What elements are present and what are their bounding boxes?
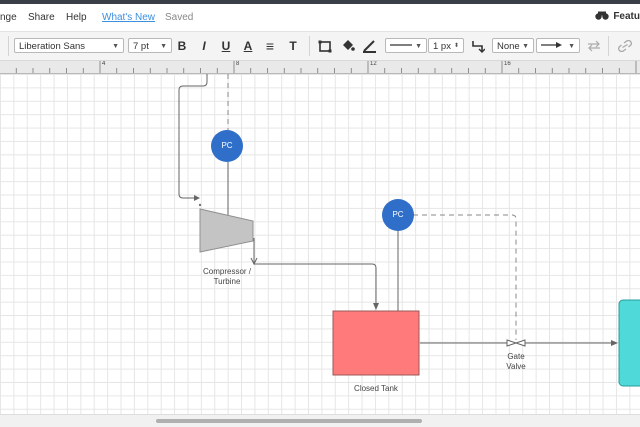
arrow-start-select[interactable]: None ▼ bbox=[492, 38, 534, 53]
ruler-label: 8 bbox=[236, 61, 240, 67]
ruler-ticks bbox=[15, 61, 637, 73]
horizontal-scrollbar[interactable] bbox=[0, 414, 640, 427]
chevron-down-icon: ▼ bbox=[160, 43, 167, 50]
diagram-connectors bbox=[178, 74, 640, 387]
feature-find-button[interactable]: Featu bbox=[595, 11, 640, 22]
dashed-signal-line bbox=[413, 214, 517, 340]
arrow-end-icon bbox=[541, 42, 562, 48]
arrow-end-select[interactable]: ▼ bbox=[536, 38, 580, 53]
connector-type-icon[interactable] bbox=[471, 40, 485, 53]
text-options-button[interactable]: T bbox=[286, 38, 300, 54]
valve-label-line2[interactable]: Valve bbox=[496, 362, 536, 371]
horizontal-ruler: 4 8 12 16 bbox=[0, 61, 640, 74]
pc1-label[interactable]: PC bbox=[211, 141, 243, 150]
selection-handle bbox=[198, 203, 202, 207]
chevron-down-icon: ▼ bbox=[568, 43, 575, 50]
shape-border-icon[interactable] bbox=[318, 40, 332, 53]
valve-label-line1[interactable]: Gate bbox=[496, 352, 536, 361]
pc2-label[interactable]: PC bbox=[382, 210, 414, 219]
connector-line bbox=[253, 238, 377, 304]
tank-label[interactable]: Closed Tank bbox=[336, 384, 416, 393]
font-family-value: Liberation Sans bbox=[19, 41, 86, 52]
toolbar-divider bbox=[8, 36, 9, 56]
arrow-head bbox=[611, 340, 618, 346]
text-color-button[interactable]: A bbox=[241, 38, 255, 54]
chevron-down-icon: ▼ bbox=[522, 43, 529, 50]
italic-button[interactable]: I bbox=[198, 38, 210, 54]
fill-color-icon[interactable] bbox=[340, 39, 355, 53]
toolbar-divider bbox=[608, 36, 609, 56]
font-size-value: 7 pt bbox=[133, 41, 149, 52]
toolbar-divider bbox=[309, 36, 310, 56]
connector-line bbox=[178, 74, 208, 199]
underline-button[interactable]: U bbox=[220, 38, 232, 54]
arrow-start-value: None bbox=[497, 41, 520, 52]
font-size-select[interactable]: 7 pt ▼ bbox=[128, 38, 172, 53]
line-style-select[interactable]: ▼ bbox=[385, 38, 427, 53]
link-icon[interactable] bbox=[618, 40, 632, 52]
menu-item-change[interactable]: nge bbox=[0, 12, 17, 23]
ruler-label: 12 bbox=[370, 61, 377, 67]
line-width-value: 1 px bbox=[433, 41, 451, 52]
cyan-process-shape bbox=[618, 299, 640, 387]
line-width-stepper[interactable]: 1 px ⬍ bbox=[428, 38, 464, 53]
feature-find-label: Featu bbox=[613, 11, 640, 22]
swap-arrows-icon[interactable] bbox=[587, 40, 601, 52]
line-color-icon[interactable] bbox=[362, 39, 377, 53]
format-toolbar: Liberation Sans ▼ 7 pt ▼ B I U A ≡ T ▼ 1… bbox=[0, 32, 640, 61]
bold-button[interactable]: B bbox=[176, 38, 188, 54]
menu-item-whats-new[interactable]: What's New bbox=[102, 12, 155, 23]
binoculars-icon bbox=[595, 11, 610, 20]
font-family-select[interactable]: Liberation Sans ▼ bbox=[14, 38, 124, 53]
arrow-head bbox=[194, 195, 200, 201]
ruler-label: 4 bbox=[102, 61, 106, 67]
arrow-head bbox=[373, 303, 379, 310]
stepper-icon: ⬍ bbox=[453, 43, 459, 49]
closed-tank-shape bbox=[332, 310, 420, 376]
menu-item-help[interactable]: Help bbox=[66, 12, 87, 23]
ruler-label: 16 bbox=[504, 61, 511, 67]
compressor-label-line2[interactable]: Turbine bbox=[187, 277, 267, 286]
compressor-label-line1[interactable]: Compressor / bbox=[187, 267, 267, 276]
save-status: Saved bbox=[165, 12, 194, 23]
text-align-button[interactable]: ≡ bbox=[263, 38, 277, 54]
gate-valve-shape bbox=[514, 339, 526, 347]
scrollbar-thumb[interactable] bbox=[156, 419, 422, 423]
menu-bar: nge Share Help What's New Saved Featu bbox=[0, 4, 640, 32]
chevron-down-icon: ▼ bbox=[112, 43, 119, 50]
menu-item-share[interactable]: Share bbox=[28, 12, 55, 23]
chevron-down-icon: ▼ bbox=[415, 43, 422, 50]
diagram-canvas[interactable]: PC PC Compressor / Turbine Closed Tank G… bbox=[0, 74, 640, 414]
compressor-shape bbox=[199, 208, 254, 253]
solid-line-icon bbox=[390, 44, 412, 46]
